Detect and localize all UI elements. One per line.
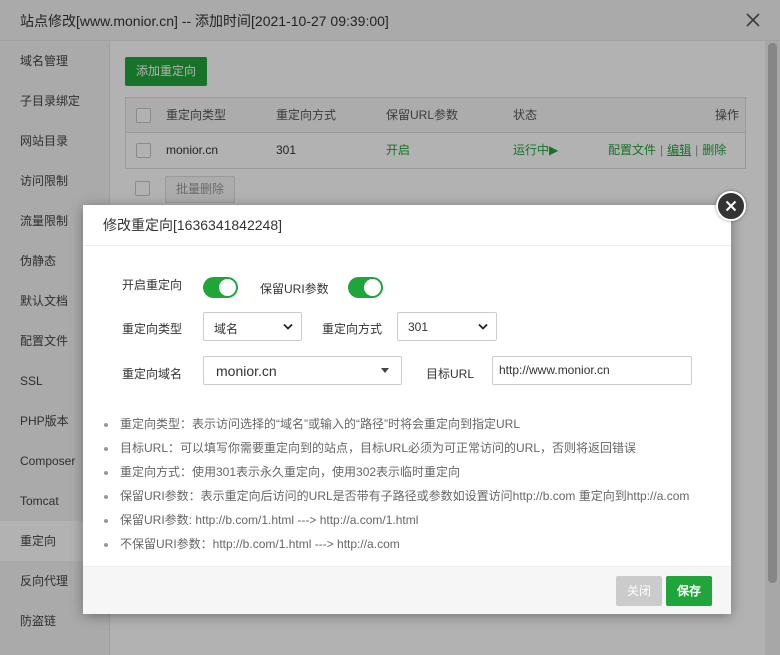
keep-uri-toggle[interactable] bbox=[348, 277, 383, 298]
redirect-type-value: 域名 bbox=[214, 322, 239, 336]
caret-down-icon bbox=[381, 368, 389, 373]
chevron-down-icon bbox=[478, 323, 488, 330]
tip-item: 重定向类型：表示访问选择的“域名”或输入的“路径”时将会重定向到指定URL bbox=[103, 412, 723, 436]
close-icon bbox=[725, 200, 737, 212]
redirect-type-select[interactable]: 域名 bbox=[203, 312, 302, 341]
target-url-label: 目标URL bbox=[426, 367, 475, 381]
toggle-knob bbox=[364, 279, 381, 296]
help-tips: 重定向类型：表示访问选择的“域名”或输入的“路径”时将会重定向到指定URL 目标… bbox=[103, 412, 723, 556]
redirect-method-value: 301 bbox=[408, 320, 429, 334]
tip-item: 保留URI参数：表示重定向后访问的URL是否带有子路径或参数如设置访问http:… bbox=[103, 484, 723, 508]
tip-item: 保留URI参数: http://b.com/1.html ---> http:/… bbox=[103, 508, 723, 532]
modal-close-button[interactable] bbox=[716, 191, 746, 221]
close-button[interactable]: 关闭 bbox=[616, 576, 662, 606]
toggle-knob bbox=[219, 279, 236, 296]
keep-uri-label: 保留URI参数 bbox=[260, 282, 329, 296]
tip-item: 目标URL：可以填写你需要重定向到的站点，目标URL必须为可正常访问的URL，否… bbox=[103, 436, 723, 460]
edit-redirect-modal: 修改重定向[1636341842248] 开启重定向 保留URI参数 重定向类型… bbox=[83, 191, 746, 614]
redirect-domain-label: 重定向域名 bbox=[122, 367, 183, 381]
redirect-domain-select[interactable]: monior.cn bbox=[203, 356, 402, 385]
redirect-domain-value: monior.cn bbox=[216, 363, 277, 379]
redirect-method-select[interactable]: 301 bbox=[397, 312, 497, 341]
enable-redirect-toggle[interactable] bbox=[203, 277, 238, 298]
tip-item: 不保留URI参数：http://b.com/1.html ---> http:/… bbox=[103, 532, 723, 556]
modal-title: 修改重定向[1636341842248] bbox=[83, 205, 731, 246]
save-button[interactable]: 保存 bbox=[666, 576, 712, 606]
chevron-down-icon bbox=[283, 323, 293, 330]
redirect-type-label: 重定向类型 bbox=[122, 322, 183, 336]
enable-redirect-label: 开启重定向 bbox=[122, 278, 183, 292]
tip-item: 重定向方式：使用301表示永久重定向，使用302表示临时重定向 bbox=[103, 460, 723, 484]
modal-footer: 关闭 保存 bbox=[83, 566, 731, 614]
redirect-method-label: 重定向方式 bbox=[322, 322, 383, 336]
target-url-input[interactable]: http://www.monior.cn bbox=[492, 356, 692, 385]
